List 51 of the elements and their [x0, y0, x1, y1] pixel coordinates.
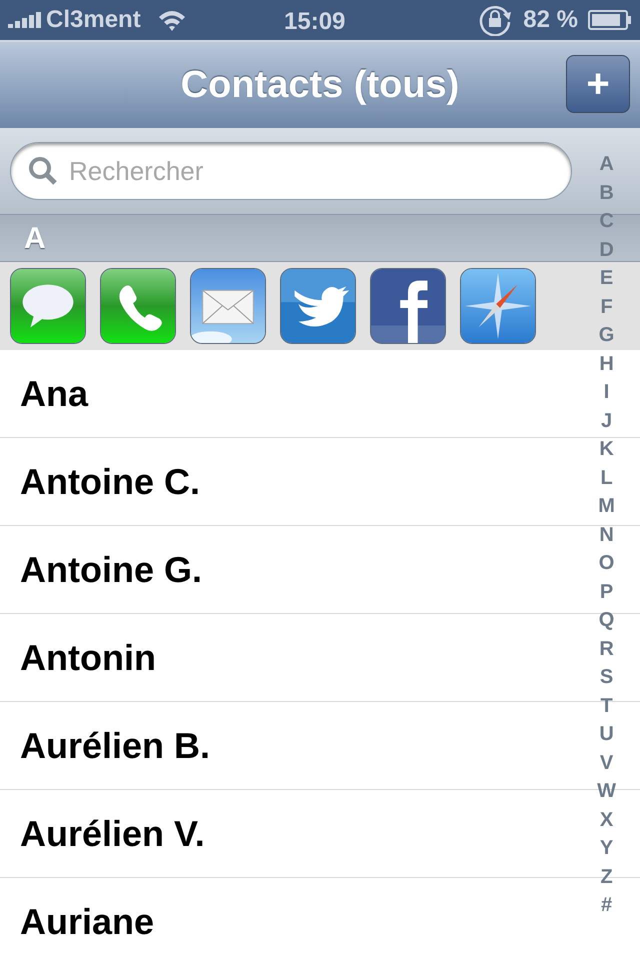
rotation-lock-icon — [479, 4, 514, 36]
index-letter[interactable]: Z — [600, 862, 613, 891]
battery-percent: 82 % — [523, 5, 578, 35]
section-letter: A — [24, 220, 46, 256]
search-icon — [28, 156, 58, 186]
index-letter[interactable]: B — [599, 178, 614, 207]
message-bubble-icon[interactable] — [10, 268, 86, 344]
contact-name[interactable]: Ana — [20, 366, 88, 420]
index-letter[interactable]: H — [599, 350, 614, 378]
envelope-icon[interactable] — [190, 268, 266, 344]
index-letter[interactable]: U — [599, 720, 614, 748]
f-logo-icon[interactable] — [370, 268, 446, 344]
index-letter[interactable]: G — [598, 321, 614, 350]
index-letter[interactable]: M — [598, 492, 615, 520]
index-letter[interactable]: Y — [600, 834, 614, 862]
add-button[interactable]: + — [566, 55, 630, 113]
index-letter[interactable]: R — [599, 634, 614, 663]
index-letter[interactable]: T — [600, 692, 613, 720]
nav-title: Contacts (tous) — [180, 62, 460, 108]
index-letter[interactable]: O — [598, 549, 614, 578]
index-letter[interactable]: D — [599, 236, 614, 264]
signal-icon — [8, 12, 42, 28]
index-letter[interactable]: E — [600, 264, 614, 292]
battery-icon — [588, 10, 632, 30]
index-letter[interactable]: W — [597, 777, 616, 806]
search-field[interactable]: Rechercher — [10, 142, 572, 200]
wifi-icon — [156, 9, 187, 31]
contact-name[interactable]: Aurélien B. — [20, 718, 210, 772]
phone-icon[interactable] — [100, 268, 176, 344]
bird-icon[interactable] — [280, 268, 356, 344]
index-letter[interactable]: I — [604, 378, 610, 406]
contact-name[interactable]: Antoine G. — [20, 542, 202, 596]
index-letter[interactable]: N — [599, 520, 614, 549]
index-letter[interactable]: Q — [598, 606, 614, 634]
index-letter[interactable]: S — [600, 663, 614, 692]
index-letter[interactable]: F — [600, 292, 613, 321]
contact-name[interactable]: Antoine C. — [20, 454, 200, 508]
compass-icon[interactable] — [460, 268, 536, 344]
contact-name[interactable]: Aurélien V. — [20, 806, 205, 860]
index-letter[interactable]: # — [600, 891, 612, 920]
clock: 15:09 — [284, 7, 346, 37]
index-letter[interactable]: P — [600, 578, 614, 606]
contact-name[interactable]: Antonin — [20, 630, 156, 684]
index-letter[interactable]: J — [600, 406, 612, 435]
index-letter[interactable]: K — [599, 435, 614, 464]
index-letter[interactable]: L — [600, 464, 613, 492]
index-letter[interactable]: A — [599, 150, 614, 178]
index-letter[interactable]: V — [600, 748, 614, 777]
index-letter[interactable]: X — [600, 806, 614, 834]
carrier-name: Cl3ment — [46, 5, 141, 35]
contact-name[interactable]: Auriane — [20, 894, 154, 948]
